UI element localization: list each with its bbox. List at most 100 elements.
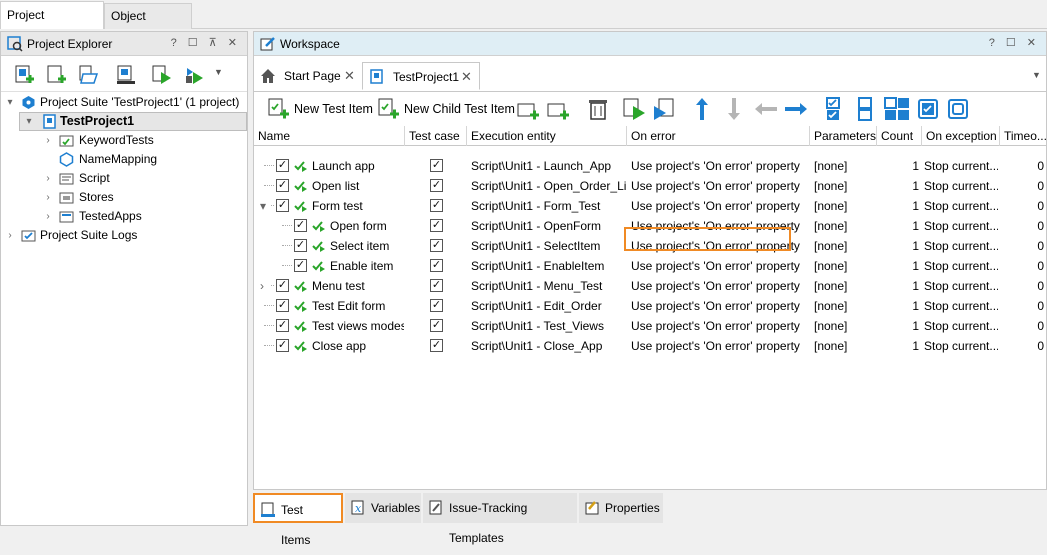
- run-options-icon[interactable]: [183, 64, 205, 86]
- tab-start-page[interactable]: Start Page ✕: [254, 62, 360, 90]
- table-row[interactable]: ✓ Test views modes ✓ Script\Unit1 - Test_Vi…: [254, 316, 1046, 336]
- on-exception-cell[interactable]: Stop current...: [924, 296, 998, 316]
- table-row[interactable]: ✓ Open list ✓ Script\Unit1 - Open_Order_Lis…: [254, 176, 1046, 196]
- tab-test-items[interactable]: Test Items: [253, 493, 343, 547]
- on-error-cell[interactable]: Use project's 'On error' property: [631, 336, 809, 356]
- expander-icon[interactable]: ›: [43, 169, 53, 188]
- check-all-icon[interactable]: [824, 97, 848, 121]
- enabled-checkbox[interactable]: ✓: [276, 279, 289, 292]
- execution-entity-cell[interactable]: Script\Unit1 - Edit_Order: [471, 296, 626, 316]
- tab-object-browser[interactable]: Object Browser: [104, 3, 192, 47]
- count-cell[interactable]: 1: [877, 236, 919, 256]
- execution-entity-cell[interactable]: Script\Unit1 - Launch_App: [471, 156, 626, 176]
- uncheck-item-icon[interactable]: [948, 99, 968, 119]
- on-error-cell[interactable]: Use project's 'On error' property: [631, 276, 809, 296]
- enabled-checkbox[interactable]: ✓: [276, 199, 289, 212]
- panel-controls[interactable]: ? ☐ ⊼ ✕: [171, 36, 241, 49]
- timeout-cell[interactable]: 0: [1000, 236, 1044, 256]
- enabled-checkbox[interactable]: ✓: [276, 159, 289, 172]
- add-child-folder-icon[interactable]: [546, 97, 570, 121]
- parameters-cell[interactable]: [none]: [814, 196, 876, 216]
- tree-item-project-suite-logs[interactable]: › Project Suite Logs: [1, 226, 247, 245]
- column-header-timeout[interactable]: Timeo...: [1000, 126, 1046, 146]
- test-case-checkbox[interactable]: ✓: [430, 259, 443, 272]
- test-case-checkbox[interactable]: ✓: [430, 319, 443, 332]
- enabled-checkbox[interactable]: ✓: [294, 219, 307, 232]
- check-selected-icon[interactable]: [884, 97, 910, 121]
- on-error-cell[interactable]: Use project's 'On error' property: [631, 316, 809, 336]
- close-icon[interactable]: ✕: [461, 63, 472, 91]
- on-error-cell[interactable]: Use project's 'On error' property: [631, 156, 809, 176]
- expander-icon[interactable]: ▾: [5, 93, 15, 112]
- timeout-cell[interactable]: 0: [1000, 336, 1044, 356]
- delete-icon[interactable]: [586, 97, 610, 121]
- on-exception-cell[interactable]: Stop current...: [924, 156, 998, 176]
- add-folder-icon[interactable]: [516, 97, 540, 121]
- tree-item-project-suite[interactable]: ▾ Project Suite 'TestProject1' (1 projec…: [1, 93, 247, 112]
- parameters-cell[interactable]: [none]: [814, 276, 876, 296]
- tab-list-dropdown-icon[interactable]: ▼: [1032, 70, 1041, 80]
- new-test-item-button[interactable]: New Test Item: [266, 97, 373, 121]
- table-row[interactable]: › ✓ Menu test ✓ Script\Unit1 - Menu_Test Use …: [254, 276, 1046, 296]
- on-exception-cell[interactable]: Stop current...: [924, 276, 998, 296]
- column-header-parameters[interactable]: Parameters: [810, 126, 877, 146]
- timeout-cell[interactable]: 0: [1000, 176, 1044, 196]
- uncheck-all-icon[interactable]: [854, 97, 878, 121]
- timeout-cell[interactable]: 0: [1000, 316, 1044, 336]
- count-cell[interactable]: 1: [877, 156, 919, 176]
- on-exception-cell[interactable]: Stop current...: [924, 316, 998, 336]
- expander-icon[interactable]: ›: [43, 188, 53, 207]
- tree-item-testproject1[interactable]: ▾ TestProject1: [19, 112, 247, 131]
- expander-icon[interactable]: ›: [260, 276, 270, 296]
- count-cell[interactable]: 1: [877, 296, 919, 316]
- column-header-count[interactable]: Count: [877, 126, 922, 146]
- tree-item-namemapping[interactable]: NameMapping: [43, 150, 243, 169]
- timeout-cell[interactable]: 0: [1000, 276, 1044, 296]
- table-row[interactable]: ▾ ✓ Form test ✓ Script\Unit1 - Form_Test Use …: [254, 196, 1046, 216]
- count-cell[interactable]: 1: [877, 316, 919, 336]
- on-exception-cell[interactable]: Stop current...: [924, 236, 998, 256]
- on-error-cell[interactable]: Use project's 'On error' property: [631, 176, 809, 196]
- project-properties-icon[interactable]: [115, 64, 137, 86]
- enabled-checkbox[interactable]: ✓: [294, 259, 307, 272]
- run-selected-icon[interactable]: [622, 97, 646, 121]
- expander-icon[interactable]: ▾: [260, 196, 270, 216]
- execution-entity-cell[interactable]: Script\Unit1 - OpenForm: [471, 216, 626, 236]
- test-case-checkbox[interactable]: ✓: [430, 199, 443, 212]
- move-down-icon[interactable]: [726, 97, 742, 121]
- count-cell[interactable]: 1: [877, 336, 919, 356]
- execution-entity-cell[interactable]: Script\Unit1 - SelectItem: [471, 236, 626, 256]
- test-case-checkbox[interactable]: ✓: [430, 179, 443, 192]
- timeout-cell[interactable]: 0: [1000, 156, 1044, 176]
- tab-issue-tracking-templates[interactable]: Issue-Tracking Templates: [423, 493, 577, 545]
- column-header-execution-entity[interactable]: Execution entity: [467, 126, 627, 146]
- test-case-checkbox[interactable]: ✓: [430, 219, 443, 232]
- tab-project-workspace[interactable]: Project Workspace: [0, 1, 104, 48]
- test-case-checkbox[interactable]: ✓: [430, 159, 443, 172]
- on-error-cell[interactable]: Use project's 'On error' property: [631, 256, 809, 276]
- count-cell[interactable]: 1: [877, 196, 919, 216]
- tab-testproject1[interactable]: TestProject1 ✕: [362, 62, 480, 90]
- execution-entity-cell[interactable]: Script\Unit1 - Open_Order_List: [471, 176, 626, 196]
- column-header-name[interactable]: Name: [254, 126, 405, 146]
- new-item-icon[interactable]: [45, 64, 67, 86]
- parameters-cell[interactable]: [none]: [814, 236, 876, 256]
- timeout-cell[interactable]: 0: [1000, 196, 1044, 216]
- open-folder-icon[interactable]: [77, 64, 99, 86]
- tab-variables[interactable]: x Variables: [345, 493, 421, 523]
- column-header-test-case[interactable]: Test case: [405, 126, 467, 146]
- parameters-cell[interactable]: [none]: [814, 336, 876, 356]
- enabled-checkbox[interactable]: ✓: [276, 319, 289, 332]
- parameters-cell[interactable]: [none]: [814, 296, 876, 316]
- on-exception-cell[interactable]: Stop current...: [924, 336, 998, 356]
- test-case-checkbox[interactable]: ✓: [430, 339, 443, 352]
- expander-icon[interactable]: ›: [43, 131, 53, 150]
- expander-icon[interactable]: ▾: [24, 112, 34, 131]
- enabled-checkbox[interactable]: ✓: [294, 239, 307, 252]
- on-exception-cell[interactable]: Stop current...: [924, 256, 998, 276]
- close-icon[interactable]: ✕: [344, 62, 355, 90]
- enabled-checkbox[interactable]: ✓: [276, 339, 289, 352]
- timeout-cell[interactable]: 0: [1000, 216, 1044, 236]
- execution-entity-cell[interactable]: Script\Unit1 - Close_App: [471, 336, 626, 356]
- count-cell[interactable]: 1: [877, 276, 919, 296]
